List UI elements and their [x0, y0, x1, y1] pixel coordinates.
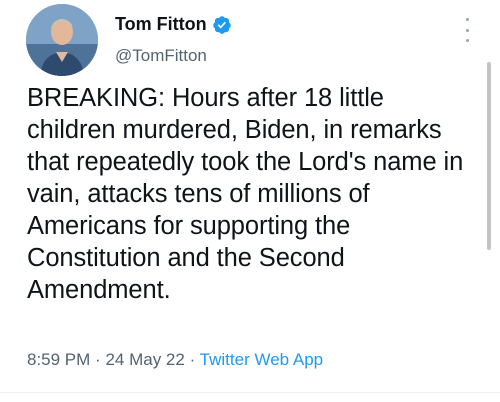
avatar-photo-icon: [26, 4, 98, 76]
verified-badge-icon: [212, 15, 232, 35]
tweet-source-link[interactable]: Twitter Web App: [200, 350, 323, 369]
tweet-text: BREAKING: Hours after 18 little children…: [27, 84, 464, 304]
tweet-time[interactable]: 8:59 PM: [27, 350, 90, 369]
tweet-date[interactable]: 24 May 22: [105, 350, 184, 369]
user-handle[interactable]: @TomFitton: [115, 46, 207, 66]
avatar[interactable]: [26, 4, 98, 76]
meta-separator: ·: [189, 350, 196, 369]
divider: [0, 392, 500, 393]
more-options-icon[interactable]: [460, 18, 474, 42]
tweet-card[interactable]: Tom Fitton @TomFitton BREAKING: Hours af…: [0, 0, 500, 402]
tweet-metadata: 8:59 PM · 24 May 22 · Twitter Web App: [27, 350, 323, 370]
name-row: Tom Fitton: [115, 14, 232, 35]
scrollbar[interactable]: [487, 62, 491, 250]
meta-separator: ·: [95, 350, 101, 369]
display-name[interactable]: Tom Fitton: [115, 14, 207, 35]
